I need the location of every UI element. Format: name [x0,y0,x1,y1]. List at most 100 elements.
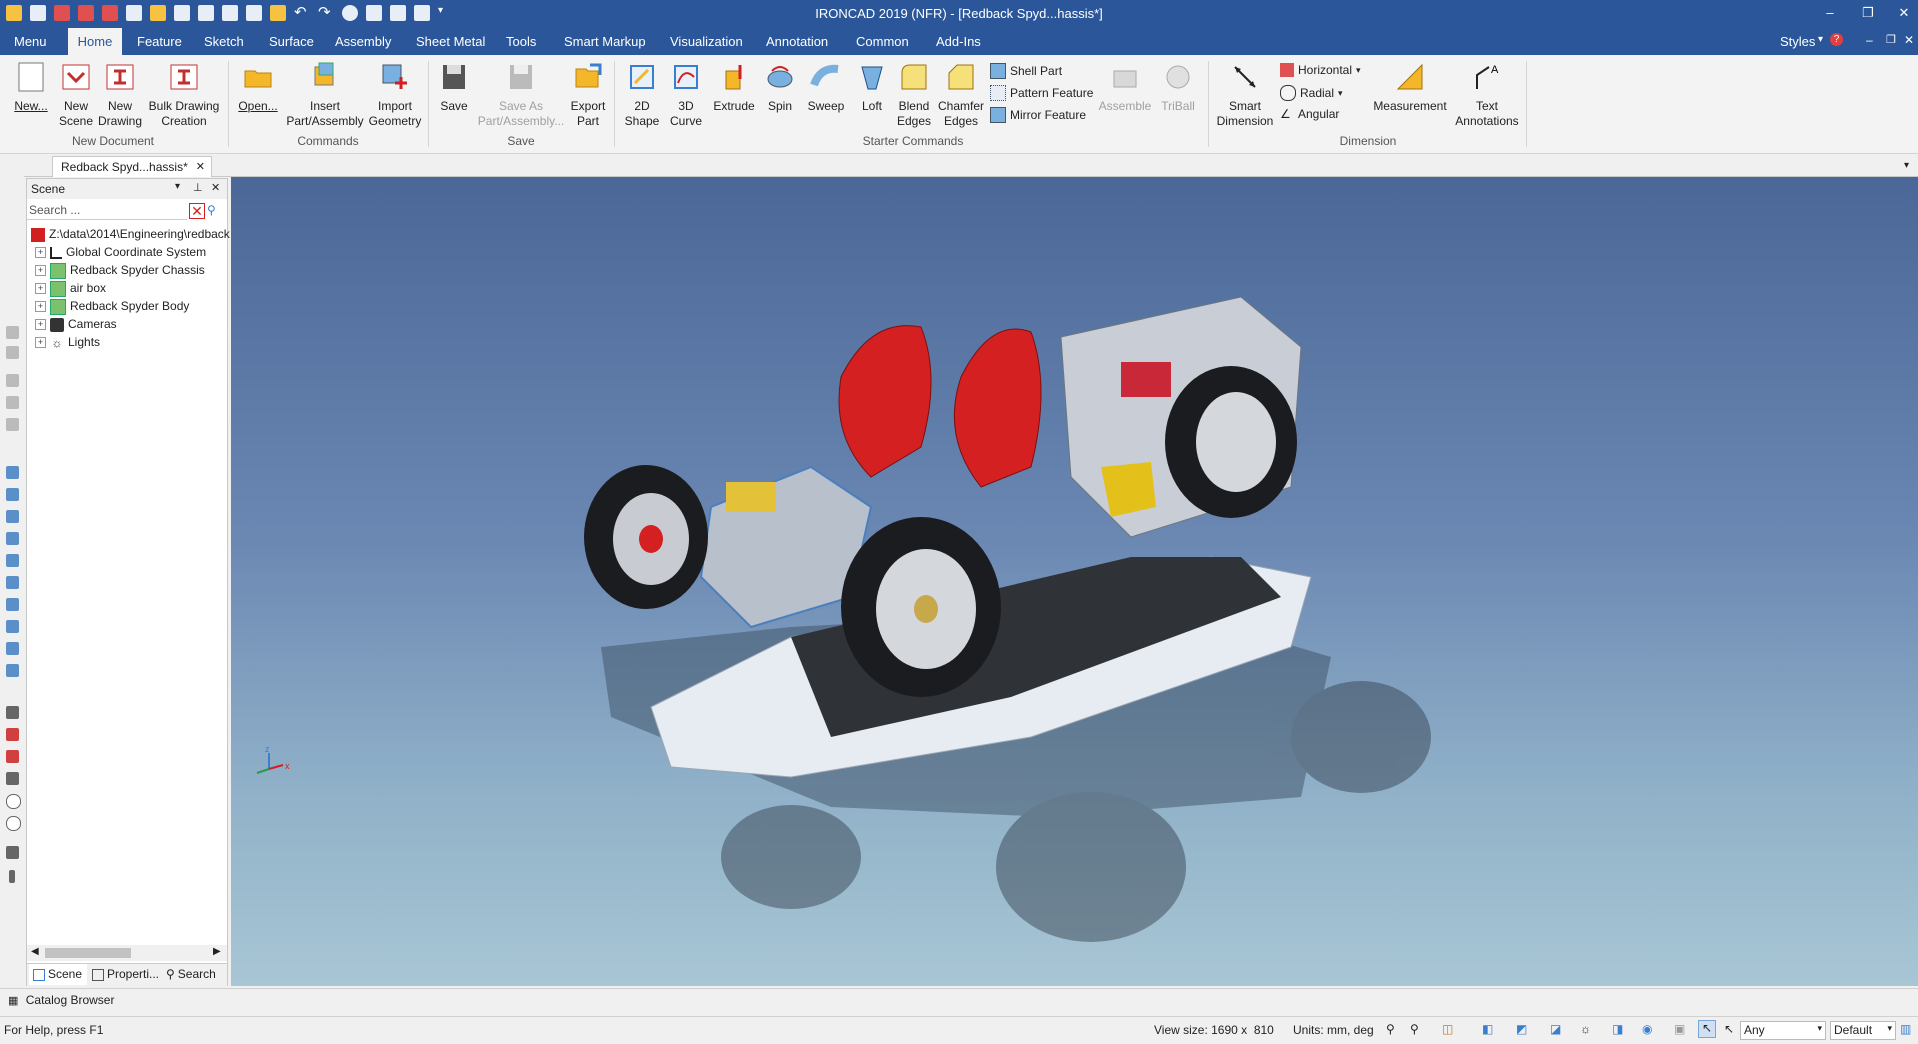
sweep-button[interactable]: Sweep [804,61,848,114]
horizontal-dropdown-icon[interactable]: ▾ [1356,65,1361,76]
tab-sketch[interactable]: Sketch [196,28,252,55]
tab-tools[interactable]: Tools [498,28,544,55]
tab-add-ins[interactable]: Add-Ins [928,28,989,55]
catalog-browser-bar[interactable]: ▦ Catalog Browser [0,988,1918,1011]
scene-horizontal-scrollbar[interactable]: ◀ ▶ [27,945,227,961]
tab-assembly[interactable]: Assembly [327,28,399,55]
tab-list-dropdown-icon[interactable]: ▾ [1904,160,1909,171]
expand-icon[interactable]: + [35,265,46,277]
panel-close-icon[interactable]: ✕ [211,181,220,194]
ruler-tool-icon[interactable] [9,870,15,883]
tool-icon[interactable] [6,418,19,431]
angular-dimension-button[interactable]: ∠ Angular [1280,107,1339,121]
section-icon[interactable]: ◩ [1516,1022,1527,1036]
tree-item-chassis[interactable]: + Redback Spyder Chassis [27,261,205,279]
drawing-tool-icon[interactable] [6,728,19,741]
2d-shape-button[interactable]: 2D Shape [620,61,664,129]
tab-menu[interactable]: Menu [6,28,55,55]
blend-edges-button[interactable]: Blend Edges [892,61,936,129]
assemble-button[interactable]: Assemble [1096,61,1154,114]
tab-properties[interactable]: Properti... [89,964,159,985]
styles-dropdown-icon[interactable]: ▾ [1818,34,1823,45]
help-icon[interactable]: ? [1830,33,1843,46]
import-geometry-button[interactable]: Import Geometry [366,61,424,129]
tab-common[interactable]: Common [848,28,917,55]
expand-icon[interactable]: + [35,301,46,313]
rotate-tool-icon[interactable] [6,794,21,809]
save-button[interactable]: Save [434,61,474,114]
cursor-icon[interactable]: ↖ [1724,1022,1734,1036]
scrollbar-thumb[interactable] [45,948,131,958]
view-normal-icon[interactable] [6,620,19,633]
select-dropdown-icon[interactable]: ▾ [1887,1023,1892,1034]
lighting-icon[interactable]: ☼ [1580,1022,1591,1036]
expand-icon[interactable]: + [35,247,46,259]
no-tool-icon[interactable] [6,816,21,831]
smart-dimension-button[interactable]: Smart Dimension [1214,61,1276,129]
settings-icon[interactable]: ▥ [1900,1022,1911,1036]
tab-feature[interactable]: Feature [129,28,190,55]
new-button[interactable]: New... [10,61,52,114]
doc-minimize-icon[interactable]: – [1866,33,1873,47]
select-dropdown-icon[interactable]: ▾ [1817,1023,1822,1034]
styles-menu[interactable]: Styles [1772,28,1823,55]
tree-item-body[interactable]: + Redback Spyder Body [27,297,189,315]
doc-close-icon[interactable]: ✕ [1904,33,1914,47]
render-mode-icon[interactable]: ◫ [1442,1022,1453,1036]
new-drawing-button[interactable]: New Drawing [98,61,142,129]
pattern-feature-button[interactable]: Pattern Feature [990,85,1093,101]
markup-tool-icon[interactable] [6,750,19,763]
panel-menu-dropdown-icon[interactable]: ▾ [175,181,180,192]
horizontal-dimension-button[interactable]: Horizontal ▾ [1280,63,1361,77]
view-right-icon[interactable] [6,532,19,545]
scroll-right-icon[interactable]: ▶ [213,946,221,957]
view-left-icon[interactable] [6,510,19,523]
search-options-icon[interactable]: ⚲ [207,203,221,217]
view-orbit-icon[interactable] [6,664,19,677]
tab-home[interactable]: Home [68,28,122,55]
expand-icon[interactable]: + [35,337,46,349]
new-scene-button[interactable]: New Scene [56,61,96,129]
extrude-button[interactable]: Extrude [710,61,758,114]
selection-filter-icon[interactable]: ▣ [1674,1022,1685,1036]
tab-surface[interactable]: Surface [261,28,322,55]
export-part-button[interactable]: Export Part [566,61,610,129]
shading-icon[interactable]: ◪ [1550,1022,1561,1036]
angle-tool-icon[interactable] [6,772,19,785]
clear-search-icon[interactable]: ✕ [189,203,205,219]
selection-filter-select[interactable]: Any ▾ [1740,1021,1826,1040]
mirror-feature-button[interactable]: Mirror Feature [990,107,1086,123]
tool-icon[interactable] [6,396,19,409]
open-button[interactable]: Open... [236,61,280,114]
document-tab-close-icon[interactable]: ✕ [196,157,205,177]
tree-item-lights[interactable]: + ☼ Lights [27,333,100,351]
tab-sheet-metal[interactable]: Sheet Metal [408,28,493,55]
pointer-select-icon[interactable]: ↖ [1698,1020,1716,1038]
tab-scene[interactable]: Scene [29,964,87,985]
restore-icon[interactable]: ❐ [1858,4,1878,22]
minimize-icon[interactable]: – [1820,4,1840,22]
pen-tool-icon[interactable] [6,846,19,859]
tab-smart-markup[interactable]: Smart Markup [556,28,654,55]
insert-part-assembly-button[interactable]: Insert Part/Assembly [284,61,366,129]
display-icon[interactable]: ◨ [1612,1022,1623,1036]
3d-viewport[interactable]: z x [231,177,1918,986]
expand-icon[interactable]: + [35,283,46,295]
view-top-icon[interactable] [6,554,19,567]
doc-restore-icon[interactable]: ❐ [1886,33,1896,46]
tree-item-cameras[interactable]: + Cameras [27,315,117,333]
tab-search[interactable]: ⚲ Search [163,964,216,985]
tab-annotation[interactable]: Annotation [758,28,836,55]
loft-button[interactable]: Loft [852,61,892,114]
pin-icon[interactable]: ⊥ [193,181,203,194]
scroll-left-icon[interactable]: ◀ [31,946,39,957]
scene-search-field[interactable]: Search ... [27,201,187,220]
spin-button[interactable]: Spin [760,61,800,114]
tool-icon[interactable] [6,346,19,359]
view-back-icon[interactable] [6,488,19,501]
text-annotations-button[interactable]: A Text Annotations [1452,61,1522,129]
view-iso-icon[interactable] [6,598,19,611]
radial-dropdown-icon[interactable]: ▾ [1338,88,1343,99]
sketch-tool-icon[interactable] [6,706,19,719]
measurement-button[interactable]: Measurement [1368,61,1452,114]
